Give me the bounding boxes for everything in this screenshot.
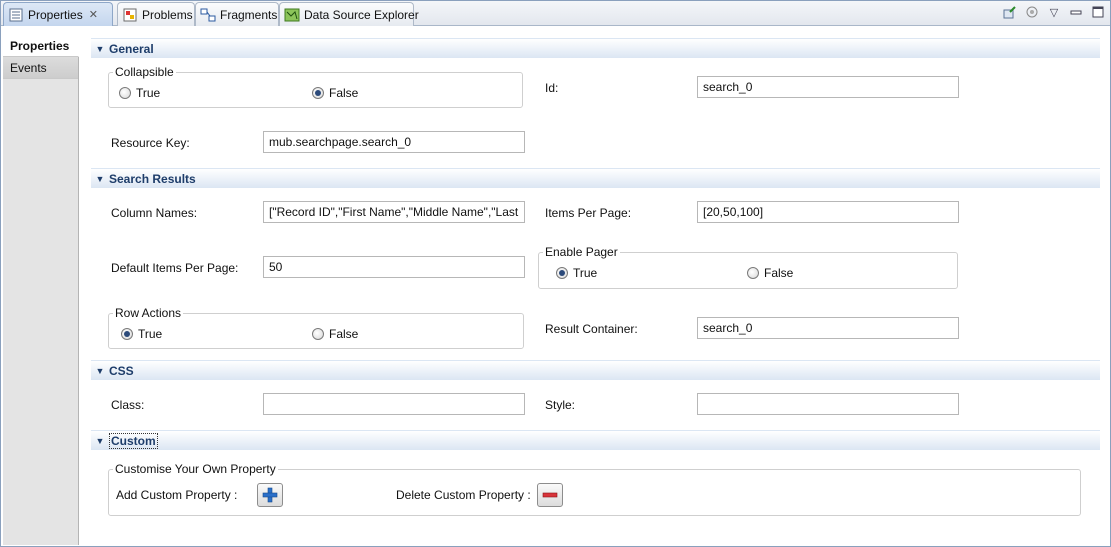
property-page-list: Properties Events <box>3 35 79 545</box>
section-title: Custom <box>109 432 158 449</box>
section-title: Search Results <box>109 171 196 186</box>
radio-unselected-icon <box>747 267 759 279</box>
section-title: CSS <box>109 363 134 378</box>
problems-icon <box>122 7 138 23</box>
close-icon[interactable]: ✕ <box>89 8 98 21</box>
view-toolbar: ▽ <box>1002 4 1106 20</box>
maximize-icon[interactable] <box>1090 4 1106 20</box>
row-actions-group: Row Actions True False <box>108 306 524 349</box>
filter-icon[interactable] <box>1024 4 1040 20</box>
tab-problems[interactable]: Problems <box>117 2 195 26</box>
properties-icon <box>8 7 24 23</box>
tab-label: Fragments <box>220 7 278 22</box>
collapse-triangle-icon[interactable]: ▼ <box>91 174 109 184</box>
tab-fragments[interactable]: Fragments <box>195 2 279 26</box>
delete-custom-property-button[interactable] <box>537 483 563 507</box>
section-title: General <box>109 41 154 56</box>
pin-icon[interactable] <box>1002 4 1018 20</box>
section-css-header[interactable]: ▼ CSS <box>91 360 1100 380</box>
nav-item-events[interactable]: Events <box>3 57 78 79</box>
tab-label: Problems <box>142 7 193 22</box>
resource-key-field[interactable]: mub.searchpage.search_0 <box>263 131 525 153</box>
radio-label: False <box>329 327 359 341</box>
group-title: Collapsible <box>113 65 176 79</box>
radio-selected-icon <box>121 328 133 340</box>
section-search-results-header[interactable]: ▼ Search Results <box>91 168 1100 188</box>
radio-selected-icon <box>312 87 324 99</box>
minus-icon <box>542 492 558 498</box>
group-title: Enable Pager <box>543 245 620 259</box>
items-per-page-label: Items Per Page: <box>545 206 632 220</box>
id-field[interactable]: search_0 <box>697 76 959 98</box>
enable-pager-true-radio[interactable]: True <box>556 266 597 280</box>
tab-label: Properties <box>28 7 83 22</box>
row-actions-true-radio[interactable]: True <box>121 327 162 341</box>
style-label: Style: <box>545 398 576 412</box>
collapsible-group: Collapsible True False <box>108 65 523 108</box>
section-custom-header[interactable]: ▼ Custom <box>91 430 1100 450</box>
radio-unselected-icon <box>119 87 131 99</box>
tab-label: Data Source Explorer <box>304 7 419 22</box>
enable-pager-false-radio[interactable]: False <box>747 266 793 280</box>
items-per-page-field[interactable]: [20,50,100] <box>697 201 959 223</box>
column-names-label: Column Names: <box>111 206 198 220</box>
row-actions-false-radio[interactable]: False <box>312 327 358 341</box>
radio-label: True <box>573 266 598 280</box>
section-general-header[interactable]: ▼ General <box>91 38 1100 58</box>
delete-custom-property-label: Delete Custom Property : <box>396 488 531 502</box>
property-sections: ▼ General Collapsible True False Id: sea… <box>80 27 1110 546</box>
custom-property-group: Customise Your Own Property Add Custom P… <box>108 462 1081 516</box>
collapsible-false-radio[interactable]: False <box>312 86 358 100</box>
properties-view: Properties ✕ Problems Fragments Data Sou… <box>0 0 1111 547</box>
result-container-field[interactable]: search_0 <box>697 317 959 339</box>
minimize-icon[interactable] <box>1068 4 1084 20</box>
nav-item-properties[interactable]: Properties <box>3 35 79 57</box>
radio-label: True <box>138 327 163 341</box>
collapsible-true-radio[interactable]: True <box>119 86 160 100</box>
radio-label: True <box>136 86 161 100</box>
result-container-label: Result Container: <box>545 322 638 336</box>
radio-selected-icon <box>556 267 568 279</box>
style-field[interactable] <box>697 393 959 415</box>
plus-icon <box>262 487 278 503</box>
view-menu-icon[interactable]: ▽ <box>1046 4 1062 20</box>
resource-key-label: Resource Key: <box>111 136 190 150</box>
collapse-triangle-icon[interactable]: ▼ <box>91 436 109 446</box>
tab-properties[interactable]: Properties ✕ <box>3 2 113 26</box>
view-tab-bar: Properties ✕ Problems Fragments Data Sou… <box>1 1 1110 26</box>
enable-pager-group: Enable Pager True False <box>538 245 958 289</box>
column-names-field[interactable]: ["Record ID","First Name","Middle Name",… <box>263 201 525 223</box>
id-label: Id: <box>545 81 559 95</box>
radio-label: False <box>764 266 794 280</box>
add-custom-property-label: Add Custom Property : <box>116 488 238 502</box>
default-items-per-page-field[interactable]: 50 <box>263 256 525 278</box>
collapse-triangle-icon[interactable]: ▼ <box>91 366 109 376</box>
default-items-per-page-label: Default Items Per Page: <box>111 261 239 275</box>
class-field[interactable] <box>263 393 525 415</box>
radio-label: False <box>329 86 359 100</box>
group-title: Row Actions <box>113 306 184 320</box>
fragments-icon <box>200 7 216 23</box>
add-custom-property-button[interactable] <box>257 483 283 507</box>
collapse-triangle-icon[interactable]: ▼ <box>91 44 109 54</box>
class-label: Class: <box>111 398 145 412</box>
radio-unselected-icon <box>312 328 324 340</box>
group-title: Customise Your Own Property <box>113 462 278 476</box>
tab-data-source-explorer[interactable]: Data Source Explorer <box>279 2 419 26</box>
data-source-icon <box>284 7 300 23</box>
